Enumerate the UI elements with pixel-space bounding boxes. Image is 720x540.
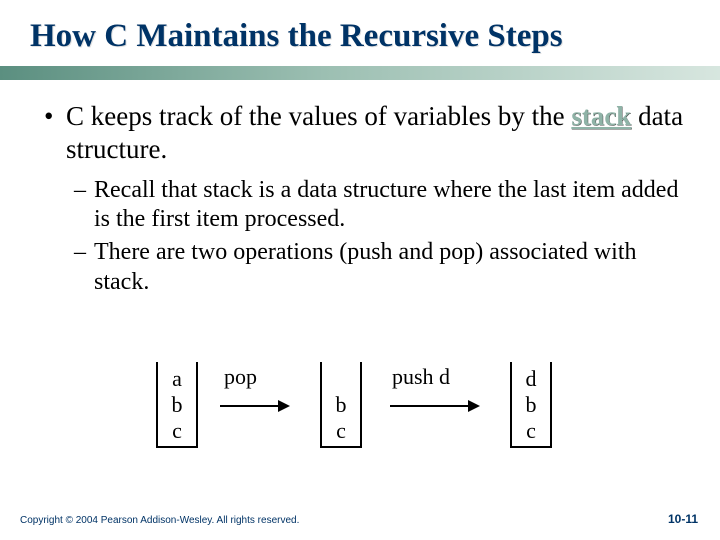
stack-cell: c	[512, 418, 550, 444]
op-push-label: push d	[392, 364, 450, 390]
arrow-right-icon	[388, 396, 482, 420]
copyright-text: Copyright © 2004 Pearson Addison-Wesley.…	[20, 515, 299, 526]
stack-diagram: a b c pop b c push d d b c	[0, 362, 720, 482]
stack-cell: b	[158, 392, 196, 418]
stack-cell: c	[322, 418, 360, 444]
stack-cell	[322, 366, 360, 392]
bullet-disc-icon: •	[44, 100, 66, 133]
bullet-main-pre: C keeps track of the values of variables…	[66, 101, 571, 131]
sub-bullets: –Recall that stack is a data structure w…	[74, 176, 690, 297]
stack-cell: d	[512, 366, 550, 392]
slide: How C Maintains the Recursive Steps •C k…	[0, 0, 720, 540]
stack-cell: a	[158, 366, 196, 392]
arrow-right-icon	[218, 396, 292, 420]
page-number: 10-11	[668, 512, 698, 526]
stack-cell: c	[158, 418, 196, 444]
bullet-main: •C keeps track of the values of variable…	[44, 100, 690, 166]
stack-cell: b	[512, 392, 550, 418]
dash-icon: –	[74, 238, 94, 267]
dash-icon: –	[74, 176, 94, 205]
stack-after-pop: b c	[320, 362, 362, 448]
stack-before-pop: a b c	[156, 362, 198, 448]
bullet-sub-1-text: Recall that stack is a data structure wh…	[94, 177, 678, 232]
bullet-sub-2-text: There are two operations (push and pop) …	[94, 239, 637, 294]
bullet-sub-2: –There are two operations (push and pop)…	[74, 238, 690, 297]
op-pop-label: pop	[224, 364, 257, 390]
stack-cell: b	[322, 392, 360, 418]
stack-keyword: stack	[571, 101, 631, 131]
accent-band	[0, 66, 720, 80]
bullet-sub-1: –Recall that stack is a data structure w…	[74, 176, 690, 235]
body-content: •C keeps track of the values of variable…	[44, 100, 690, 301]
slide-title: How C Maintains the Recursive Steps	[0, 0, 720, 60]
stack-after-push: d b c	[510, 362, 552, 448]
